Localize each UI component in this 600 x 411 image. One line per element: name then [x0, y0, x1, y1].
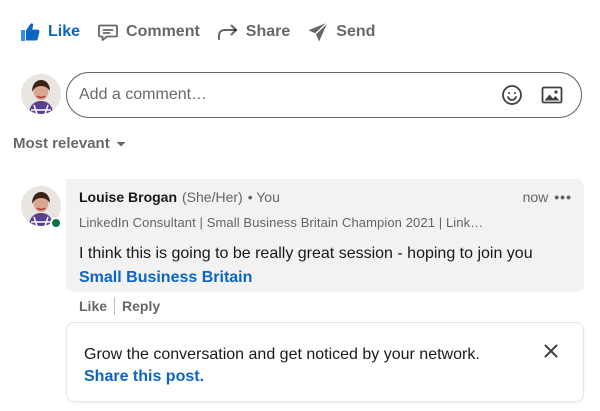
sort-label: Most relevant: [13, 135, 110, 152]
comment-social-actions: Like Reply: [72, 295, 167, 317]
image-icon[interactable]: [535, 78, 569, 112]
social-action-bar: Like Comment Share Send: [10, 14, 383, 50]
comment-timestamp: now: [522, 189, 549, 205]
prompt-message: Grow the conversation and get noticed by…: [84, 346, 480, 363]
comment-reply-button[interactable]: Reply: [115, 298, 167, 314]
share-prompt-card: Grow the conversation and get noticed by…: [66, 322, 584, 402]
share-this-post-link[interactable]: Share this post.: [84, 366, 566, 388]
author-headline: LinkedIn Consultant | Small Business Bri…: [79, 215, 484, 230]
comment-label: Comment: [126, 23, 200, 40]
comment-author-name[interactable]: Louise Brogan: [79, 189, 177, 205]
send-label: Send: [336, 23, 376, 40]
author-you-badge: • You: [247, 189, 280, 205]
current-user-avatar[interactable]: [21, 74, 61, 114]
like-button[interactable]: Like: [10, 14, 88, 50]
more-options-button[interactable]: •••: [554, 189, 572, 205]
caret-down-icon: [114, 137, 128, 151]
comment-like-button[interactable]: Like: [72, 298, 114, 314]
share-button[interactable]: Share: [208, 14, 298, 50]
comment-header: Louise Brogan (She/Her) • You now •••: [79, 189, 572, 209]
share-arrow-icon: [216, 20, 240, 44]
close-icon[interactable]: [541, 341, 561, 361]
send-button[interactable]: Send: [298, 14, 383, 50]
comment-input[interactable]: [79, 73, 489, 117]
sort-comments-dropdown[interactable]: Most relevant: [13, 135, 128, 152]
paper-plane-icon: [306, 20, 330, 44]
company-mention-link[interactable]: Small Business Britain: [79, 268, 572, 288]
share-label: Share: [245, 23, 291, 40]
smiley-icon[interactable]: [495, 78, 529, 112]
online-status-indicator: [50, 217, 62, 229]
like-label: Like: [48, 23, 81, 40]
comment-bubble: Louise Brogan (She/Her) • You now ••• Li…: [66, 179, 584, 292]
comment-icon: [96, 20, 120, 44]
author-pronouns: (She/Her): [182, 189, 243, 205]
thumbs-up-icon: [18, 20, 42, 44]
comment-text: I think this is going to be really great…: [79, 245, 533, 262]
comment-composer: [66, 72, 582, 118]
comment-button[interactable]: Comment: [88, 14, 208, 50]
